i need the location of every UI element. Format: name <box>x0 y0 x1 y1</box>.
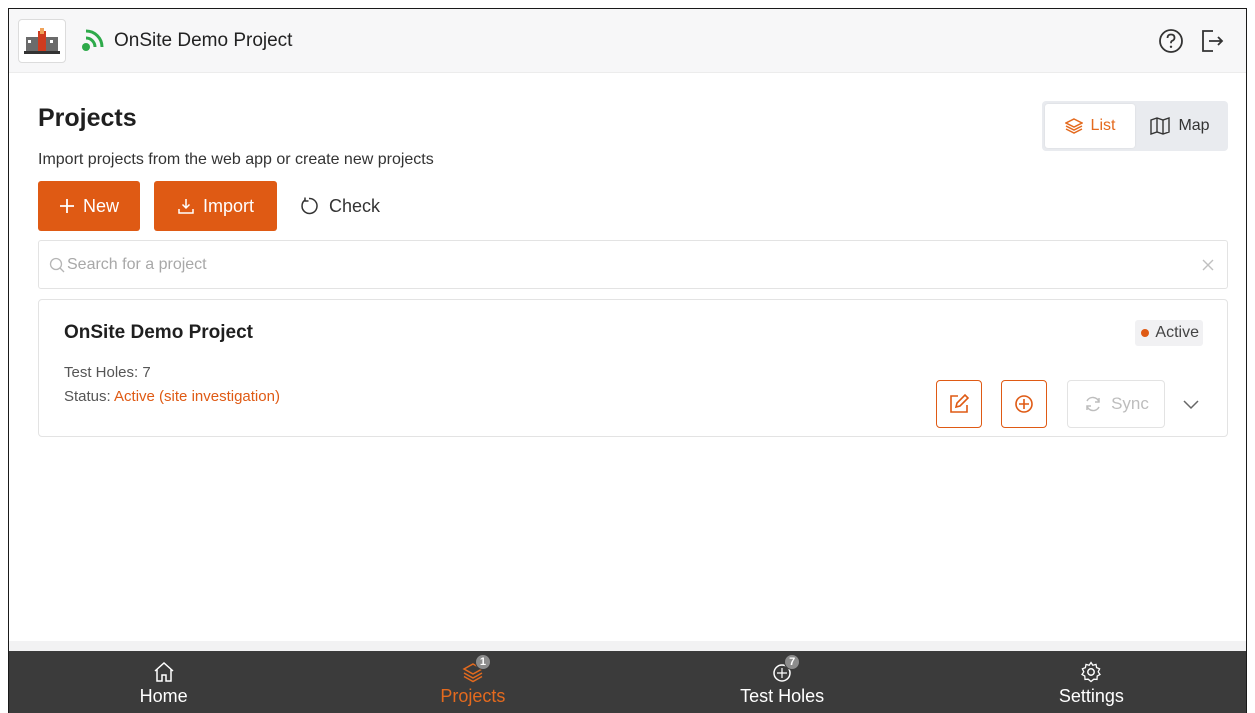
site-logo-icon[interactable] <box>18 19 66 63</box>
project-card[interactable]: OnSite Demo Project Active Test Holes: 7… <box>38 299 1228 437</box>
import-button[interactable]: Import <box>154 181 277 231</box>
search-icon <box>49 257 65 273</box>
import-button-label: Import <box>202 195 254 216</box>
page-subtitle: Import projects from the web app or crea… <box>38 151 434 168</box>
check-button[interactable]: Check <box>299 181 399 231</box>
check-button-label: Check <box>329 195 381 216</box>
top-bar: OnSite Demo Project <box>9 9 1246 73</box>
plus-icon <box>59 199 74 213</box>
sync-icon <box>1086 396 1100 412</box>
layers-icon <box>1064 118 1083 134</box>
test-holes-count: Test Holes: 7 <box>64 364 151 381</box>
chevron-down-icon[interactable] <box>1181 394 1201 414</box>
app-title: OnSite Demo Project <box>114 30 293 51</box>
page-title: Projects <box>38 104 137 132</box>
list-view-button[interactable]: List <box>1045 104 1135 148</box>
list-view-label: List <box>1090 117 1116 134</box>
map-view-button[interactable]: Map <box>1135 104 1225 148</box>
nav-badge-projects: 1 <box>474 654 491 670</box>
crosshair-icon <box>1015 395 1033 413</box>
test-hole-icon: 7 <box>770 654 801 684</box>
nav-label-test-holes: Test Holes <box>740 686 825 706</box>
nav-item-home[interactable]: Home <box>9 651 318 713</box>
nav-label-home: Home <box>139 686 188 706</box>
app-window: OnSite Demo Project Projects Import proj… <box>8 8 1247 713</box>
sync-label: Sync <box>1111 394 1149 413</box>
nav-label-projects: Projects <box>440 686 506 706</box>
map-view-label: Map <box>1178 117 1210 134</box>
nav-item-settings[interactable]: Settings <box>937 651 1246 713</box>
nav-item-projects[interactable]: 1 Projects <box>318 651 627 713</box>
new-project-button[interactable]: New <box>38 181 140 231</box>
status-badge: Active <box>1135 320 1203 346</box>
project-status: Status: Active (site investigation) <box>64 388 280 405</box>
project-name: OnSite Demo Project <box>64 322 253 343</box>
nav-badge-test-holes: 7 <box>784 654 801 670</box>
gps-signal-icon <box>82 29 104 51</box>
bottom-nav: Home 1 Projects 7 Test Holes Settings <box>9 651 1246 713</box>
edit-project-button[interactable] <box>936 380 982 428</box>
home-icon <box>154 661 174 682</box>
logout-icon[interactable] <box>1199 27 1225 55</box>
locate-project-button[interactable] <box>1001 380 1047 428</box>
search-bar <box>38 240 1228 289</box>
refresh-icon <box>301 197 318 215</box>
download-icon <box>178 199 194 214</box>
status-badge-label: Active <box>1155 324 1199 341</box>
gear-icon <box>1081 661 1102 683</box>
view-toggle: List Map <box>1042 101 1228 151</box>
status-dot-icon <box>1141 329 1150 337</box>
nav-divider <box>9 641 1246 651</box>
search-input[interactable] <box>67 241 1187 288</box>
status-label: Status: <box>64 388 111 405</box>
help-icon[interactable] <box>1157 27 1185 55</box>
map-icon <box>1150 117 1171 135</box>
nav-label-settings: Settings <box>1058 686 1124 706</box>
nav-item-test-holes[interactable]: 7 Test Holes <box>628 651 937 713</box>
sync-button[interactable]: Sync <box>1067 380 1165 428</box>
status-value: Active (site investigation) <box>114 388 280 405</box>
layers-icon: 1 <box>461 654 491 684</box>
close-icon[interactable] <box>1201 258 1215 272</box>
edit-icon <box>950 393 970 413</box>
new-button-label: New <box>82 195 119 216</box>
